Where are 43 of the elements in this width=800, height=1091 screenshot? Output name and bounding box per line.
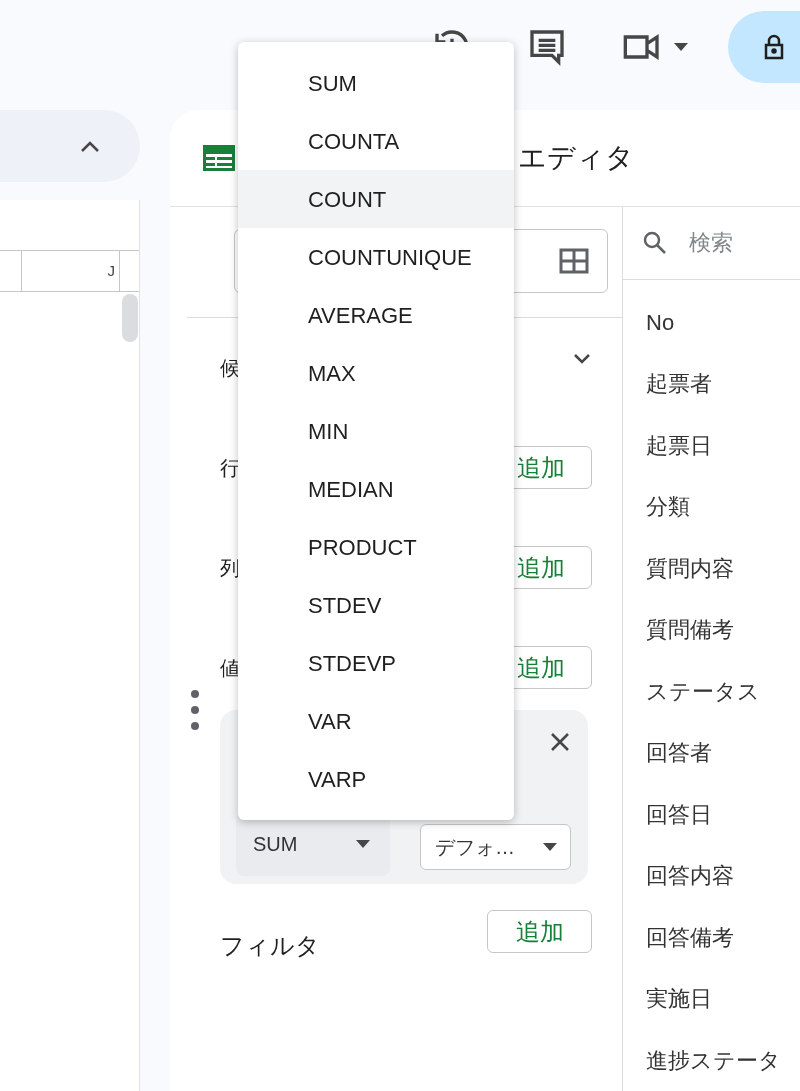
drag-handle-icon[interactable] (191, 689, 199, 730)
caret-icon (356, 839, 370, 848)
column-header: J (107, 260, 115, 281)
lock-icon (764, 34, 784, 60)
field-item[interactable]: 進捗ステータ (646, 1029, 800, 1091)
video-call-button[interactable] (622, 31, 688, 63)
menu-item[interactable]: VARP (238, 750, 514, 808)
section-label: 列 (220, 555, 238, 581)
caret-icon (674, 43, 688, 51)
field-item[interactable]: No (646, 291, 800, 353)
comment-icon[interactable] (527, 27, 567, 67)
menu-item[interactable]: SUM (238, 54, 514, 112)
menu-item[interactable]: COUNTA (238, 112, 514, 170)
camera-icon (622, 31, 662, 63)
menu-item[interactable]: VAR (238, 692, 514, 750)
field-item[interactable]: 質問内容 (646, 537, 800, 599)
caret-icon (543, 842, 557, 851)
grid-icon[interactable] (559, 247, 589, 274)
field-item[interactable]: 分類 (646, 476, 800, 538)
field-item[interactable]: 起票者 (646, 353, 800, 415)
menu-item[interactable]: AVERAGE (238, 286, 514, 344)
search-icon (643, 230, 667, 255)
menu-item[interactable]: MAX (238, 344, 514, 402)
field-item[interactable]: 起票日 (646, 414, 800, 476)
lock-button[interactable] (728, 11, 800, 83)
chevron-down-icon[interactable] (574, 353, 590, 364)
menu-item[interactable]: COUNTUNIQUE (238, 228, 514, 286)
field-item[interactable]: ステータス (646, 660, 800, 722)
field-item[interactable]: 回答日 (646, 783, 800, 845)
field-item[interactable]: 実施日 (646, 968, 800, 1030)
show-as-dropdown[interactable]: デフォ… (420, 823, 571, 870)
chevron-up-icon (80, 140, 100, 152)
field-item[interactable]: 回答内容 (646, 845, 800, 907)
field-item[interactable]: 質問備考 (646, 599, 800, 661)
panel-title: エディタ (518, 140, 634, 175)
table-icon (203, 144, 235, 171)
search-field[interactable]: 検索 (689, 226, 799, 259)
menu-item[interactable]: COUNT (238, 170, 514, 228)
filter-label: フィルタ (220, 930, 320, 961)
add-button[interactable]: 追加 (487, 910, 592, 953)
close-icon[interactable] (550, 731, 570, 752)
field-item[interactable]: 回答備考 (646, 906, 800, 968)
field-item[interactable]: 回答者 (646, 722, 800, 784)
